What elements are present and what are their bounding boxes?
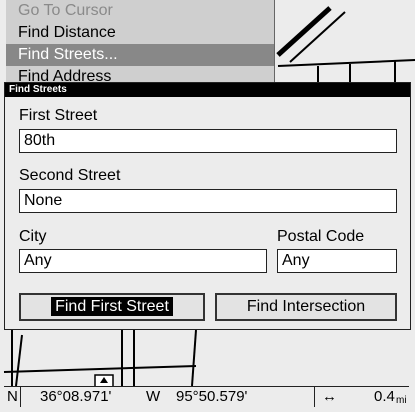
context-menu: Go To Cursor Find Distance Find Streets.… — [6, 0, 275, 84]
first-street-input[interactable]: 80th — [19, 129, 397, 153]
scale-icon: ↔ — [322, 388, 337, 405]
divider — [314, 387, 315, 407]
find-intersection-button[interactable]: Find Intersection — [215, 293, 397, 321]
find-intersection-label: Find Intersection — [246, 298, 366, 315]
city-label: City — [19, 228, 47, 245]
scale-unit: mi — [396, 395, 407, 406]
first-street-label: First Street — [19, 107, 98, 124]
longitude-value: 95°50.579' — [176, 388, 248, 405]
latitude-value: 36°08.971' — [40, 388, 112, 405]
status-bar: N 36°08.971' W 95°50.579' ↔ 0.4 mi — [4, 386, 409, 407]
menu-item-go-to-cursor[interactable]: Go To Cursor — [6, 0, 274, 22]
find-first-street-button[interactable]: Find First Street — [19, 293, 205, 321]
map-road — [191, 329, 197, 387]
city-input[interactable]: Any — [19, 249, 267, 273]
scale-value: 0.4 — [374, 388, 395, 405]
longitude-hemisphere: W — [146, 388, 161, 405]
find-streets-dialog: Find Streets First Street 80th Second St… — [4, 82, 411, 330]
second-street-input[interactable]: None — [19, 189, 397, 213]
menu-item-find-distance[interactable]: Find Distance — [6, 22, 274, 44]
find-first-street-label: Find First Street — [51, 297, 173, 316]
second-street-label: Second Street — [19, 167, 121, 184]
postal-code-input[interactable]: Any — [277, 249, 397, 273]
latitude-hemisphere: N — [7, 388, 18, 405]
map-road — [3, 365, 197, 373]
postal-code-label: Postal Code — [277, 228, 365, 245]
divider — [20, 387, 21, 407]
dialog-title: Find Streets — [5, 83, 410, 97]
menu-item-find-streets[interactable]: Find Streets... — [6, 44, 274, 66]
map-road — [15, 334, 23, 387]
